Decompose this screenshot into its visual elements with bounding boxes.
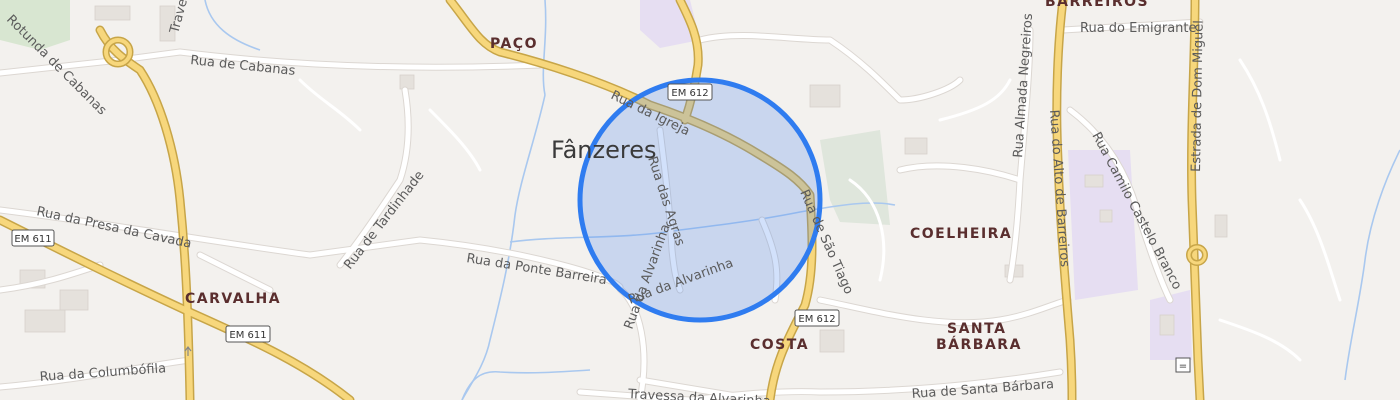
road-shield-em611-mid: EM 611: [225, 325, 271, 343]
road-shield-em611-left: EM 611: [11, 229, 55, 247]
stream-far-east: [1344, 149, 1400, 381]
search-radius-circle[interactable]: [577, 77, 823, 323]
road-shield-em612-top: EM 612: [667, 83, 713, 101]
stream-west: [204, 0, 261, 51]
label-rua-do-alto-de-barreiros: Rua do Alto de Barreiros: [1046, 109, 1072, 268]
stream-north: [542, 0, 547, 96]
label-rua-de-tardinhade: Rua de Tardinhade: [341, 168, 427, 272]
place-label-fanzeres: Fânzeres: [551, 136, 657, 164]
park-area: [820, 130, 890, 225]
map-canvas[interactable]: EM 612 EM 612 EM 611 EM 611 Rua do Emigr…: [0, 0, 1400, 400]
label-rua-da-columbofila: Rua da Columbófila: [39, 361, 166, 385]
road-shield-em612-bottom: EM 612: [794, 309, 840, 327]
hood-carvalha: CARVALHA: [185, 291, 281, 307]
stream-lower: [461, 369, 591, 400]
svg-text:EM 612: EM 612: [671, 88, 708, 99]
special-area-east: [1068, 150, 1138, 300]
svg-text:EM 611: EM 611: [14, 234, 51, 245]
hood-paco: PAÇO: [490, 36, 538, 52]
hood-costa: COSTA: [750, 337, 809, 353]
hood-santa: SANTA: [947, 321, 1006, 337]
label-rua-almada-negreiros: Rua Almada Negreiros: [1011, 13, 1036, 159]
hood-barreiros: BARREIROS: [1045, 0, 1149, 10]
svg-text:EM 612: EM 612: [798, 314, 835, 325]
hood-barbara: BÁRBARA: [936, 336, 1022, 353]
map-markers: =: [184, 346, 1191, 373]
svg-text:EM 611: EM 611: [229, 330, 266, 341]
label-estrada-de-dom-miguel: Estrada de Dom Miguel: [1189, 20, 1207, 172]
label-travessa-top: Travessa: [167, 0, 196, 36]
hood-coelheira: COELHEIRA: [910, 226, 1012, 242]
map-view[interactable]: EM 612 EM 612 EM 611 EM 611 Rua do Emigr…: [0, 0, 1400, 400]
label-rua-do-emigrante: Rua do Emigrante: [1080, 21, 1197, 36]
svg-text:=: =: [1179, 361, 1187, 372]
